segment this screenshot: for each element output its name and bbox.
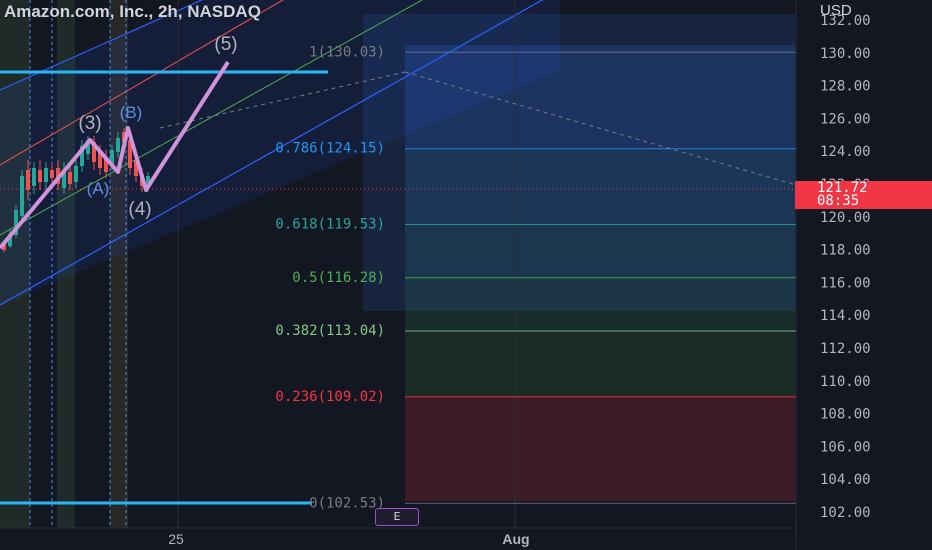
currency-label[interactable]: USD	[820, 2, 852, 19]
price-tick-label: 120.00	[820, 210, 871, 226]
events-button[interactable]: E	[375, 508, 419, 526]
last-price-tag: 121.72 08:35	[795, 181, 932, 209]
wave-label-b: (B)	[120, 103, 143, 122]
price-tick-label: 110.00	[820, 374, 871, 390]
price-tick-label: 118.00	[820, 243, 871, 259]
chart-app: 1(130.03) 0.786(124.15) 0.618(119.53) 0.5(1…	[0, 0, 932, 550]
price-tick-label: 128.00	[820, 79, 871, 95]
chart-canvas[interactable]: 1(130.03) 0.786(124.15) 0.618(119.53) 0.5(1…	[0, 0, 932, 550]
wave-label-3: (3)	[78, 113, 101, 134]
fib-zone-0236-0	[405, 396, 795, 501]
fib-level-label: 0.382(113.04)	[275, 323, 385, 339]
fib-level-label: 0(102.53)	[309, 495, 385, 511]
fib-level-label: 0.236(109.02)	[275, 389, 385, 405]
wave-label-5: (5)	[214, 34, 237, 55]
wave-label-a: (A)	[87, 179, 110, 198]
time-label-25: 25	[168, 531, 184, 547]
fib-level-label: 1(130.03)	[309, 44, 385, 60]
fib-zone-0382-0236	[405, 331, 795, 396]
wave-label-4: (4)	[128, 199, 151, 220]
price-tick-label: 126.00	[820, 111, 871, 127]
fib-level-label: 0.618(119.53)	[275, 217, 385, 233]
fib-level-label: 0.5(116.28)	[292, 270, 385, 286]
price-axis[interactable]: 132.00130.00128.00126.00124.00122.00120.…	[820, 13, 871, 521]
price-tick-label: 106.00	[820, 439, 871, 455]
time-label-aug: Aug	[502, 531, 529, 547]
price-tick-label: 112.00	[820, 341, 871, 357]
price-tick-label: 108.00	[820, 407, 871, 423]
bar-countdown: 08:35	[817, 193, 860, 209]
fib-level-label: 0.786(124.15)	[275, 141, 385, 157]
chart-title[interactable]: Amazon.com, Inc., 2h, NASDAQ	[4, 2, 261, 22]
price-tick-label: 130.00	[820, 46, 871, 62]
price-tick-label: 124.00	[820, 144, 871, 160]
price-tick-label: 114.00	[820, 308, 871, 324]
price-tick-label: 104.00	[820, 472, 871, 488]
price-tick-label: 102.00	[820, 505, 871, 521]
price-tick-label: 116.00	[820, 275, 871, 291]
